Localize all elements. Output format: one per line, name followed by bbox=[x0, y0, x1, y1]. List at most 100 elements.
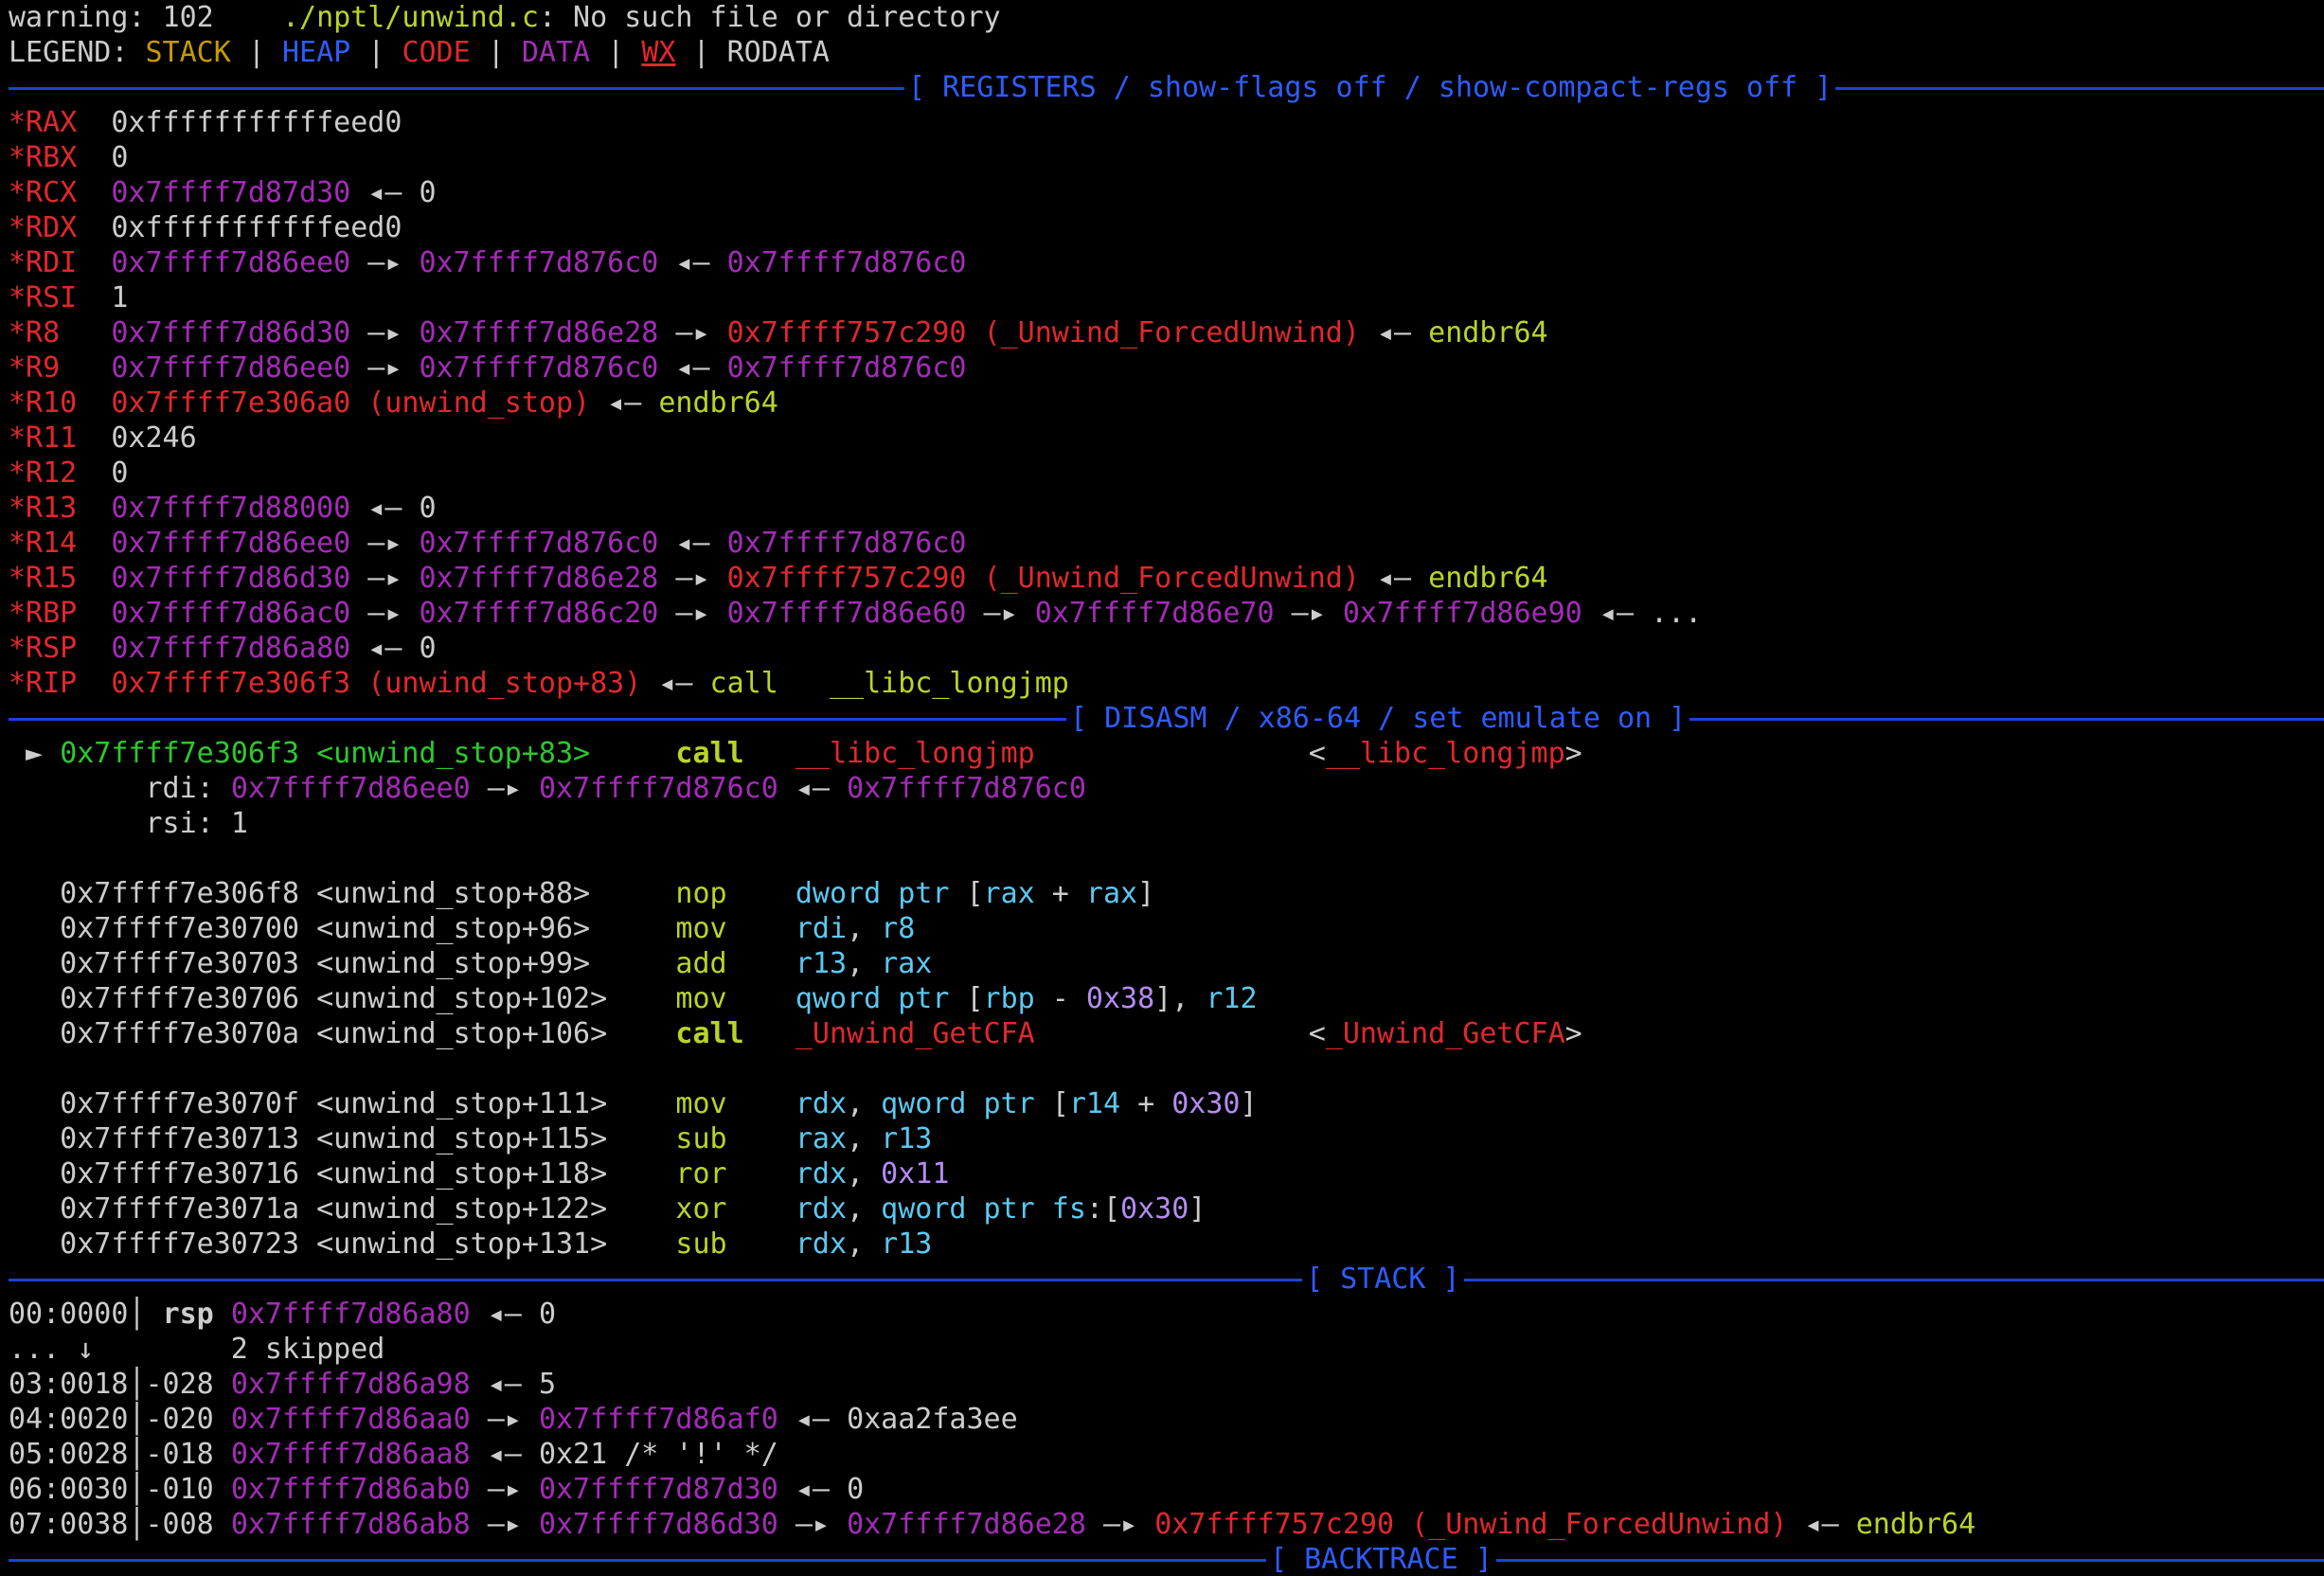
token: : bbox=[196, 807, 231, 840]
token: 0x7ffff7d86a98 bbox=[230, 1368, 471, 1401]
legend-separator: | bbox=[675, 36, 727, 69]
register-row: *RSI 1 bbox=[9, 280, 2324, 315]
token: , bbox=[847, 1192, 882, 1226]
warning-message: : No such file or directory bbox=[538, 1, 1001, 34]
token: rsp bbox=[162, 1298, 214, 1331]
token: 0x7ffff7d876c0 bbox=[538, 772, 778, 805]
legend-separator: | bbox=[350, 36, 402, 69]
register-row: *R11 0x246 bbox=[9, 421, 2324, 456]
token: mov bbox=[675, 982, 727, 1015]
token: 0x246 bbox=[111, 421, 197, 455]
token: 0xaa2fa3ee bbox=[847, 1403, 1018, 1436]
token: —▸ bbox=[966, 597, 1035, 630]
disasm-row: rsi: 1 bbox=[9, 806, 2324, 841]
token: 0x7ffff7d86ac0 bbox=[111, 597, 351, 630]
token: 0 bbox=[419, 492, 437, 525]
token: 1 bbox=[230, 807, 248, 840]
token: ], bbox=[1154, 982, 1207, 1015]
disasm-row: 0x7ffff7e30703 <unwind_stop+99> add r13,… bbox=[9, 946, 2324, 981]
token: 0x7ffff757c290 (_Unwind_ForcedUnwind) bbox=[1154, 1508, 1788, 1541]
token: 0 bbox=[419, 176, 437, 209]
disasm-row: 0x7ffff7e3071a <unwind_stop+122> xor rdx… bbox=[9, 1191, 2324, 1227]
disasm-row: 0x7ffff7e30716 <unwind_stop+118> ror rdx… bbox=[9, 1156, 2324, 1191]
register-row: *R8 0x7ffff7d86d30 —▸ 0x7ffff7d86e28 —▸ … bbox=[9, 315, 2324, 350]
token: call bbox=[675, 737, 744, 770]
token: 5 bbox=[538, 1368, 556, 1401]
token: —▸ bbox=[658, 597, 727, 630]
disasm-blank-row bbox=[9, 1051, 2324, 1086]
token: 0x7ffff7d86d30 bbox=[111, 316, 351, 349]
token: endbr64 bbox=[1855, 1508, 1976, 1541]
registers-section-title: [ REGISTERS / show-flags off / show-comp… bbox=[904, 70, 1836, 105]
legend-separator: | bbox=[230, 36, 282, 69]
token: [ bbox=[949, 982, 984, 1015]
token: 00:0000│ bbox=[9, 1298, 163, 1331]
token: ◂— bbox=[658, 527, 727, 560]
register-row: *RBP 0x7ffff7d86ac0 —▸ 0x7ffff7d86c20 —▸… bbox=[9, 596, 2324, 631]
token: 0x7ffff7e30703 <unwind_stop+99> bbox=[9, 947, 676, 980]
token: rdi bbox=[9, 772, 197, 805]
token: 1 bbox=[111, 281, 129, 314]
token: 0x7ffff7d86e60 bbox=[726, 597, 967, 630]
token: 0x7ffff7d86af0 bbox=[538, 1403, 778, 1436]
token: , bbox=[847, 1157, 882, 1191]
token: , bbox=[847, 912, 882, 945]
token: 0x7ffff7d86e28 bbox=[419, 562, 659, 595]
token: rdx bbox=[795, 1227, 848, 1261]
token: sub bbox=[675, 1122, 727, 1155]
token: 0x7ffff7e306f3 (unwind_stop+83) bbox=[111, 667, 642, 700]
register-name: *RSP bbox=[9, 632, 78, 665]
register-name: *R15 bbox=[9, 562, 78, 595]
token: ◂— bbox=[658, 351, 727, 385]
token: 0x7ffff7d87d30 bbox=[538, 1473, 778, 1506]
register-name: *R12 bbox=[9, 457, 78, 490]
stack-row: 00:0000│ rsp 0x7ffff7d86a80 ◂— 0 bbox=[9, 1297, 2324, 1332]
token: —▸ bbox=[470, 1403, 539, 1436]
token: 06:0030│-010 bbox=[9, 1473, 231, 1506]
disasm-row: 0x7ffff7e306f8 <unwind_stop+88> nop dwor… bbox=[9, 876, 2324, 911]
token: 0x7ffff7e30723 <unwind_stop+131> bbox=[9, 1227, 676, 1261]
register-name: *R13 bbox=[9, 492, 78, 525]
token: rdi bbox=[795, 912, 848, 945]
disasm-row: 0x7ffff7e30713 <unwind_stop+115> sub rax… bbox=[9, 1121, 2324, 1156]
token: rax bbox=[1085, 877, 1138, 910]
token: ... bbox=[1651, 597, 1703, 630]
token: —▸ bbox=[350, 527, 420, 560]
token: __libc_longjmp bbox=[1325, 737, 1565, 770]
token: —▸ bbox=[350, 316, 420, 349]
token: 0x7ffff7e3070f <unwind_stop+111> bbox=[9, 1087, 676, 1120]
token: ◂— bbox=[350, 632, 420, 665]
token: 0x30 bbox=[1120, 1192, 1189, 1226]
token: r8 bbox=[881, 912, 916, 945]
backtrace-separator: [ BACKTRACE ] bbox=[9, 1542, 2324, 1576]
token: + bbox=[1034, 877, 1086, 910]
token: 05:0028│-018 bbox=[9, 1438, 231, 1471]
stack-separator: [ STACK ] bbox=[9, 1262, 2324, 1297]
token: , bbox=[847, 947, 882, 980]
register-name: *RDI bbox=[9, 246, 78, 279]
token: 0x7ffff7e3071a <unwind_stop+122> bbox=[9, 1192, 676, 1226]
token: 0 bbox=[847, 1473, 865, 1506]
token: > bbox=[1564, 1017, 1582, 1050]
token: 0x7ffff7d876c0 bbox=[419, 351, 659, 385]
token: 0x7ffff7d86ee0 bbox=[111, 527, 351, 560]
token: 0x7ffff7d876c0 bbox=[726, 527, 967, 560]
token: qword ptr bbox=[881, 1087, 1035, 1120]
token: ] bbox=[1240, 1087, 1258, 1120]
token: 0 bbox=[419, 632, 437, 665]
register-row: *RBX 0 bbox=[9, 140, 2324, 175]
token: 0x7ffff7e306a0 (unwind_stop) bbox=[111, 386, 591, 420]
token: 0x7ffff7d88000 bbox=[111, 492, 351, 525]
legend-code: CODE bbox=[402, 36, 471, 69]
token: 0x7ffff7e3070a <unwind_stop+106> bbox=[9, 1017, 676, 1050]
register-row: *RAX 0xfffffffffffeed0 bbox=[9, 105, 2324, 140]
terminal-window[interactable]: warning: 102 ./nptl/unwind.c: No such fi… bbox=[0, 0, 2324, 1576]
legend-line: LEGEND: STACK | HEAP | CODE | DATA | WX … bbox=[9, 35, 2324, 70]
token: rax bbox=[795, 1122, 848, 1155]
stack-row: 03:0018│-028 0x7ffff7d86a98 ◂— 5 bbox=[9, 1367, 2324, 1402]
token: endbr64 bbox=[1428, 562, 1548, 595]
